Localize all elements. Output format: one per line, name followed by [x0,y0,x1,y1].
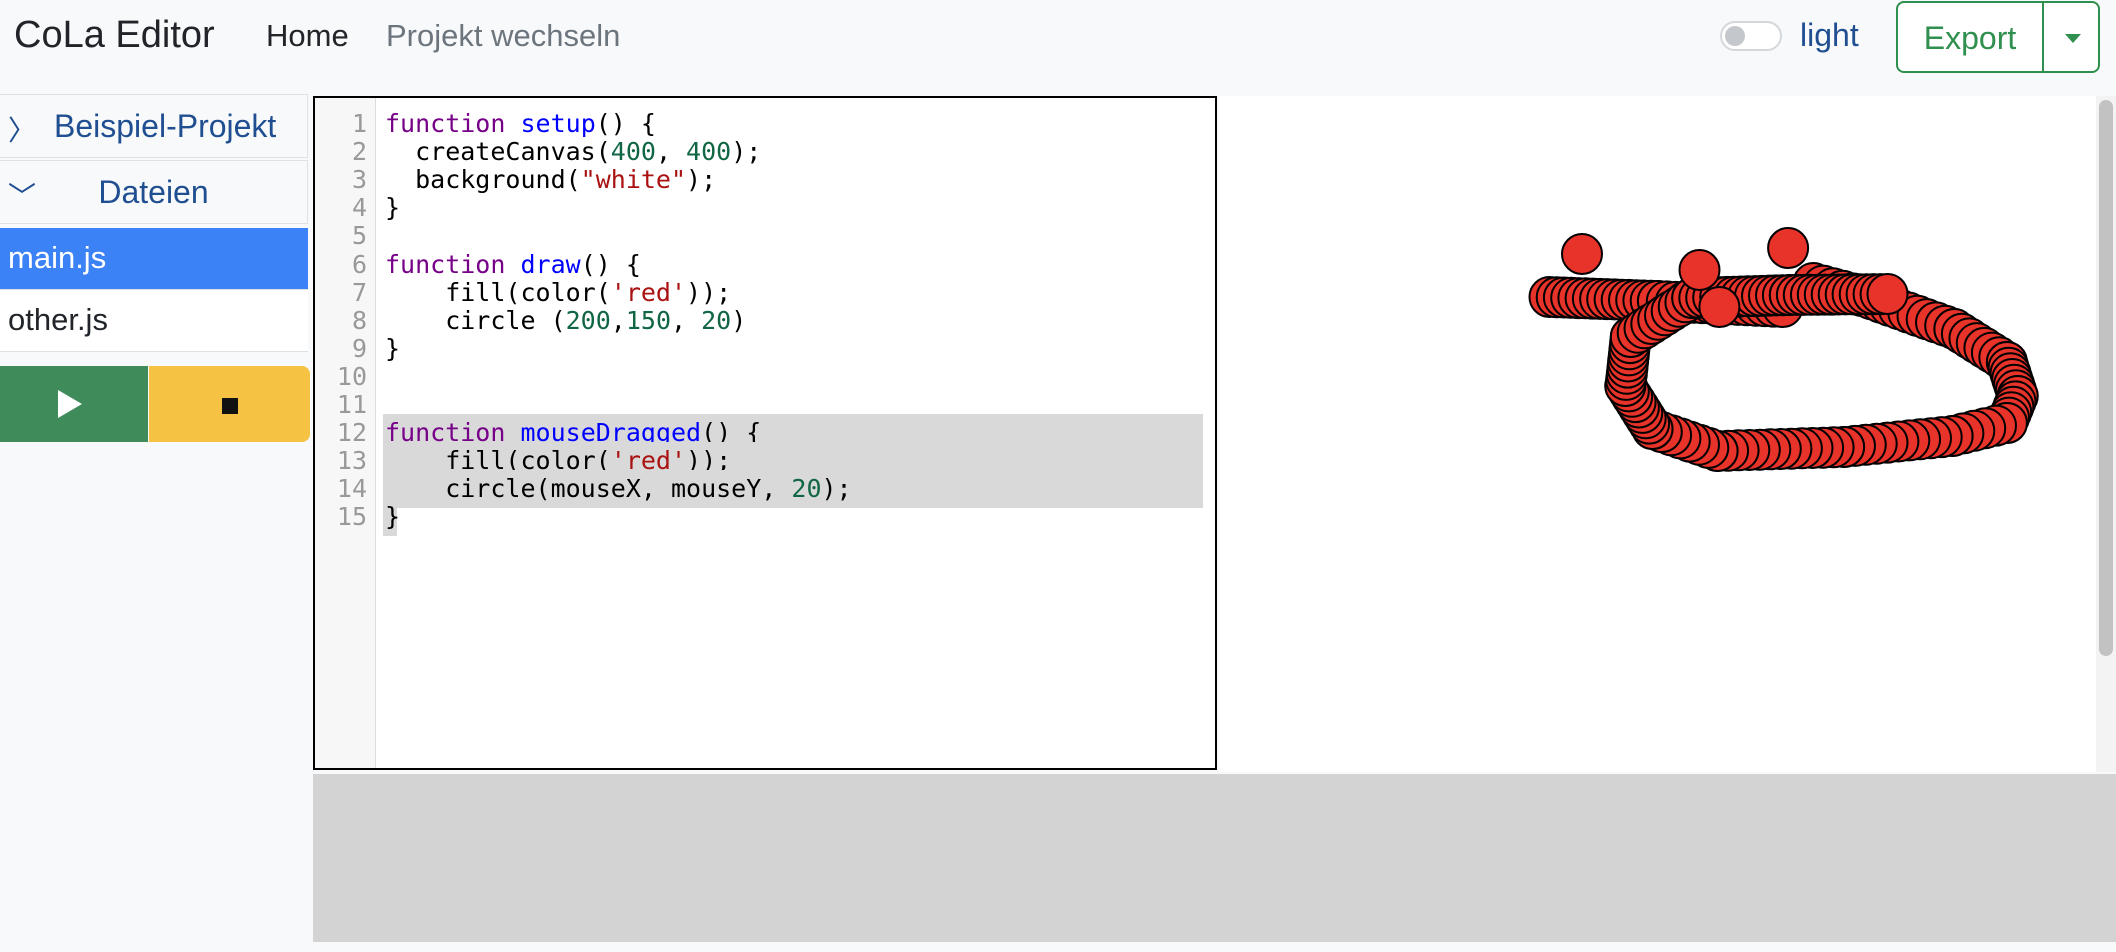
accordion-files[interactable]: ﹀ Dateien [0,160,308,224]
scrollbar-thumb[interactable] [2099,100,2113,656]
drawn-circle [1767,227,1810,269]
drawn-circle [1678,249,1721,291]
accordion-project[interactable]: 〉 Beispiel-Projekt [0,94,308,158]
toggle-knob [1725,26,1745,46]
code-line[interactable]: 15} [315,498,1215,537]
nav-home-link[interactable]: Home [266,18,349,54]
caret-down-icon [2065,34,2081,43]
stop-icon [222,398,238,414]
preview-scrollbar[interactable] [2096,96,2116,772]
drawn-circle [1561,233,1603,275]
stop-button[interactable] [149,366,310,442]
sketch-canvas[interactable] [1219,96,2096,772]
line-number: 15 [336,502,367,532]
export-dropdown-toggle[interactable] [2042,1,2100,73]
code-text: } [385,502,401,532]
chevron-right-icon: 〉 [8,115,37,146]
run-button[interactable] [0,366,148,442]
sidebar: 〉 Beispiel-Projekt ﹀ Dateien main.js oth… [0,94,310,952]
theme-toggle[interactable] [1720,21,1782,51]
console-output [313,774,2116,942]
file-item-other-js[interactable]: other.js [0,290,308,352]
drawn-circle [1866,273,1909,315]
theme-label: light [1800,17,1859,53]
sketch-drawing [1528,227,2039,472]
files-header: Dateien [98,174,209,210]
play-icon [58,390,82,418]
brand-title[interactable]: CoLa Editor [14,14,215,57]
export-button[interactable]: Export [1896,1,2042,73]
file-item-main-js[interactable]: main.js [0,228,308,290]
project-name: Beispiel-Projekt [54,108,277,144]
drawn-circle [1698,286,1741,328]
nav-switch-project-link[interactable]: Projekt wechseln [386,18,620,54]
navbar: CoLa Editor Home Projekt wechseln light … [0,0,2116,94]
code-editor[interactable]: 1 function setup() {2 createCanvas(400, 4… [313,96,1217,770]
